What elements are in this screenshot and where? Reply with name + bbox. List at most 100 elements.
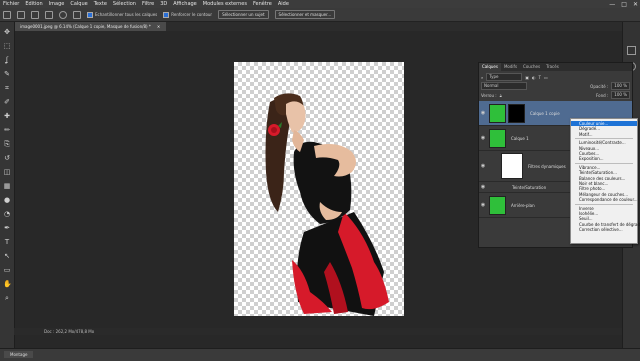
add-selection-icon[interactable] (31, 10, 39, 19)
path-select-icon[interactable]: ↖ (3, 252, 11, 260)
filter-type-icon[interactable]: T (539, 75, 541, 80)
stamp-icon[interactable]: ⎘ (3, 140, 11, 148)
fill-label: Fond : (595, 92, 609, 98)
flamenco-dancer-image (265, 93, 389, 316)
visibility-eye-icon[interactable]: ◉ (479, 135, 487, 141)
visibility-eye-icon[interactable]: ◉ (479, 110, 487, 116)
blend-mode-select[interactable]: Normal (481, 82, 527, 90)
visibility-eye-icon[interactable]: ◉ (479, 163, 487, 169)
visibility-eye-icon[interactable]: ◉ (479, 202, 487, 208)
menu-item[interactable]: Modules externes (200, 1, 250, 7)
document-canvas[interactable] (234, 62, 404, 316)
maximize-icon[interactable]: □ (621, 1, 627, 8)
close-tab-icon[interactable]: ✕ (157, 24, 160, 29)
document-tab-label: image0001.jpeg @ 6.14% (Calque 1 copie, … (20, 24, 151, 29)
document-tab[interactable]: image0001.jpeg @ 6.14% (Calque 1 copie, … (14, 22, 167, 31)
crop-icon[interactable]: ⌗ (3, 84, 11, 92)
bottom-panel-bar (0, 348, 640, 361)
tool-preset-icon[interactable] (3, 10, 11, 19)
search-icon[interactable]: ⌕ (481, 75, 483, 80)
lock-icon[interactable]: 🔒︎ (500, 93, 502, 98)
layer-thumbnail[interactable] (489, 103, 506, 123)
brush-size-icon[interactable] (59, 10, 67, 19)
eraser-icon[interactable]: ◫ (3, 168, 11, 176)
close-icon[interactable]: ✕ (633, 1, 638, 8)
sample-all-layers-checkbox[interactable]: Echantillonner tous les calques (87, 11, 158, 18)
layer-mask-thumbnail[interactable] (508, 103, 525, 123)
blend-row: Normal Opacité : 100 % (481, 82, 630, 90)
gradient-icon[interactable]: ▦ (3, 182, 11, 190)
adjustment-menu-item[interactable]: Correspondance de couleur... (571, 197, 638, 202)
filter-adjust-icon[interactable]: ◐ (532, 75, 536, 80)
properties-icon[interactable] (627, 46, 636, 55)
menu-item[interactable]: Fichier (0, 1, 22, 7)
menu-item[interactable]: Filtre (139, 1, 157, 7)
layer-thumbnail[interactable] (489, 195, 506, 215)
panel-tab[interactable]: Modifs (501, 63, 520, 71)
select-and-mask-button[interactable]: Sélectionner et masquer... (274, 10, 336, 19)
sample-all-layers-label: Echantillonner tous les calques (95, 11, 158, 17)
pen-icon[interactable]: ✒ (3, 224, 11, 232)
healing-icon[interactable]: ✚ (3, 112, 11, 120)
menu-item[interactable]: Aide (275, 1, 292, 7)
menu-item[interactable]: Fenêtre (250, 1, 275, 7)
history-brush-icon[interactable]: ↺ (3, 154, 11, 162)
bottom-panel-tab[interactable]: Montage (4, 351, 34, 358)
enhance-edge-label: Renforcer le contour (171, 11, 213, 17)
enhance-edge-checkbox[interactable]: Renforcer le contour (163, 11, 213, 18)
marquee-icon[interactable]: ⬚ (3, 42, 11, 50)
menu-separator (575, 162, 633, 164)
visibility-eye-icon[interactable]: ◉ (479, 184, 487, 190)
blur-icon[interactable]: ● (3, 196, 11, 204)
subtract-selection-icon[interactable] (45, 10, 53, 19)
filter-pixel-icon[interactable]: ▣ (525, 75, 529, 80)
shape-icon[interactable]: ▭ (3, 266, 11, 274)
filter-shape-icon[interactable]: ▭ (544, 75, 548, 80)
dodge-icon[interactable]: ◔ (3, 210, 11, 218)
layer-name: Calque 1 (511, 135, 529, 141)
menu-item[interactable]: Affichage (170, 1, 200, 7)
adjustment-menu-item[interactable]: Exposition... (571, 156, 637, 161)
filter-kind-select[interactable]: Type (486, 73, 523, 81)
lock-row: Verrou : 🔒︎ Fond : 100 % (481, 91, 630, 99)
new-selection-icon[interactable] (17, 10, 25, 19)
type-icon[interactable]: T (3, 238, 11, 246)
zoom-icon[interactable]: ⌕ (3, 294, 11, 302)
menu-item[interactable]: Texte (91, 1, 110, 7)
adjustment-menu-item[interactable]: Correction sélective... (571, 227, 637, 232)
options-bar: Echantillonner tous les calques Renforce… (0, 8, 640, 22)
layer-thumbnail[interactable] (501, 153, 523, 179)
menu-item[interactable]: Calque (67, 1, 90, 7)
minimize-icon[interactable]: — (609, 1, 615, 8)
layers-panel-tabs: Calques Modifs Couches Tracés (479, 63, 632, 71)
panel-tab[interactable]: Couches (520, 63, 543, 71)
layer-thumbnail[interactable] (489, 128, 506, 148)
menu-item[interactable]: Edition (22, 1, 45, 7)
tools-panel: ✥ ⬚ ʆ ✎ ⌗ ✐ ✚ ✏ ⎘ ↺ ◫ ▦ ● ◔ ✒ T ↖ ▭ ✋ ⌕ (0, 22, 15, 348)
adjustment-menu-item[interactable]: Motif... (571, 132, 637, 137)
panel-tab[interactable]: Tracés (543, 63, 562, 71)
layer-name: Teinte/Saturation (512, 184, 547, 190)
menu-separator (575, 203, 633, 205)
opacity-label: Opacité : (590, 83, 609, 89)
menu-item[interactable]: Image (46, 1, 68, 7)
select-subject-button[interactable]: Sélectionner un sujet (218, 10, 269, 19)
fill-input[interactable]: 100 % (611, 91, 630, 99)
hand-icon[interactable]: ✋ (3, 280, 12, 288)
brush-icon[interactable]: ✏ (3, 126, 11, 134)
menu-item[interactable]: 3D (157, 1, 170, 7)
eyedropper-icon[interactable]: ✐ (3, 98, 11, 106)
quick-select-icon[interactable]: ✎ (3, 70, 11, 78)
layer-name: Arrière-plan (511, 202, 535, 208)
panel-tab[interactable]: Calques (479, 63, 501, 71)
angle-icon[interactable] (73, 10, 81, 19)
lasso-icon[interactable]: ʆ (3, 56, 11, 64)
window-controls: — □ ✕ (609, 0, 638, 8)
adjustment-layer-menu: Couleur unie... Dégradé... Motif... Luminos… (570, 118, 640, 244)
menu-separator (575, 138, 633, 140)
menu-item[interactable]: Sélection (110, 1, 139, 7)
move-icon[interactable]: ✥ (3, 28, 11, 36)
status-bar: Doc : 262,2 Mo/478,8 Mo (14, 328, 622, 335)
opacity-input[interactable]: 100 % (611, 82, 630, 90)
layer-filter-row: ⌕ Type ▣ ◐ T ▭ (481, 73, 630, 81)
